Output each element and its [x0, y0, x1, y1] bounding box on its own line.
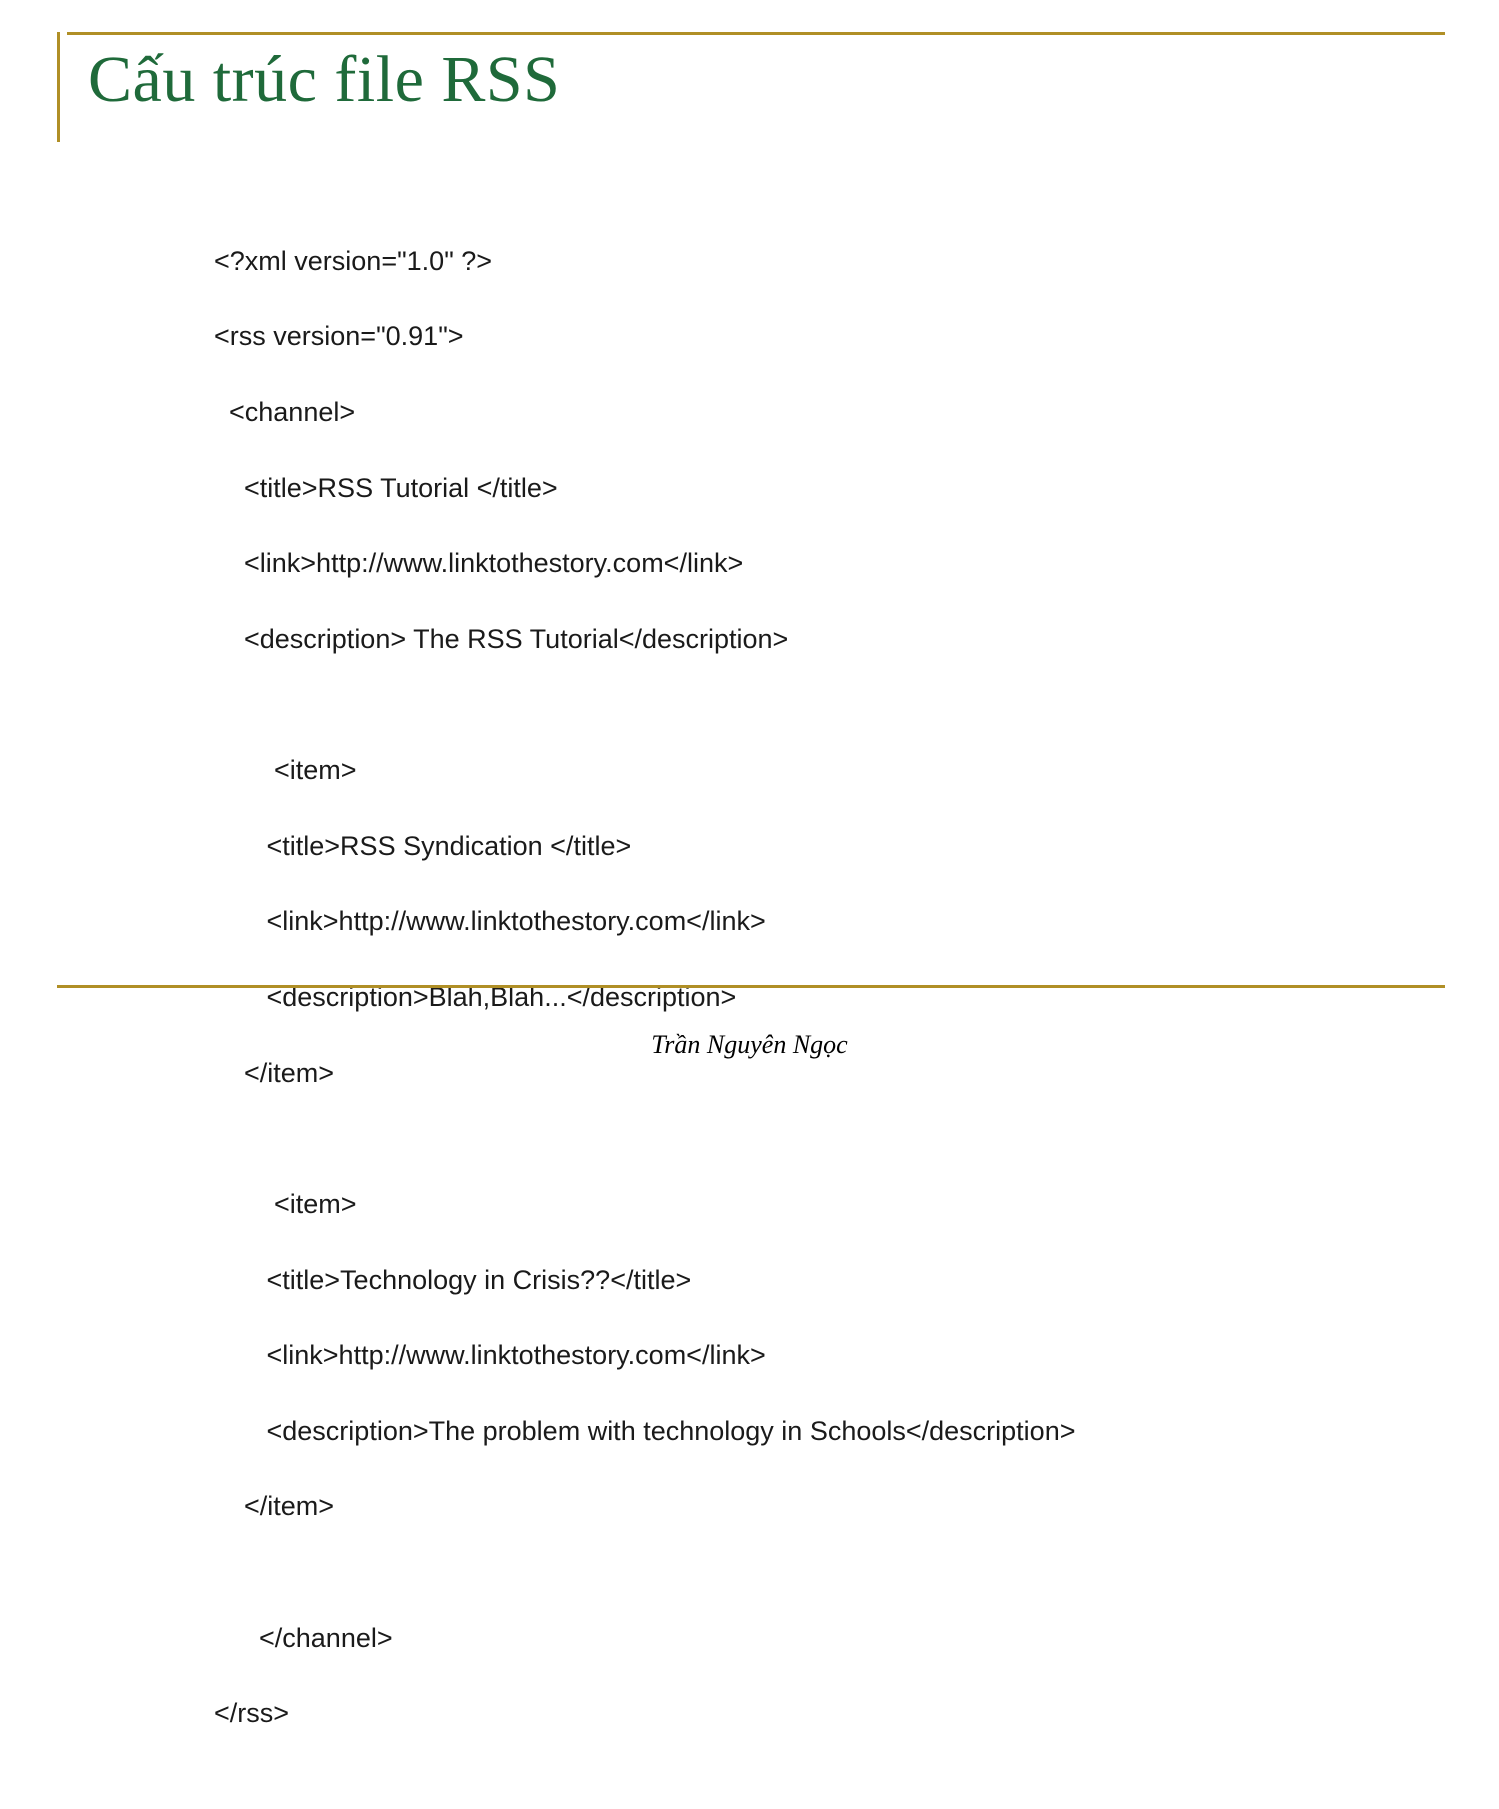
blank-line — [214, 696, 1374, 714]
code-line: <link>http://www.linktothestory.com</lin… — [214, 903, 1374, 941]
code-line: <description>The problem with technology… — [214, 1413, 1374, 1451]
code-line: <channel> — [214, 394, 1374, 432]
top-horizontal-rule — [67, 32, 1445, 35]
code-line: </item> — [214, 1488, 1374, 1526]
bottom-horizontal-rule — [57, 985, 1445, 988]
top-vertical-tick — [57, 32, 60, 142]
code-line: <link>http://www.linktothestory.com</lin… — [214, 1337, 1374, 1375]
code-line: </item> — [214, 1055, 1374, 1093]
blank-line — [214, 1564, 1374, 1582]
code-line: <link>http://www.linktothestory.com</lin… — [214, 545, 1374, 583]
code-line: <description> The RSS Tutorial</descript… — [214, 621, 1374, 659]
code-line: <title>RSS Tutorial </title> — [214, 470, 1374, 508]
code-line: </channel> — [214, 1620, 1374, 1658]
author-footer: Trần Nguyên Ngọc — [0, 1030, 1499, 1060]
blank-line — [214, 1130, 1374, 1148]
code-line: <rss version="0.91"> — [214, 318, 1374, 356]
code-line: <item> — [214, 1186, 1374, 1224]
slide-title: Cấu trúc file RSS — [88, 42, 560, 118]
code-line: </rss> — [214, 1695, 1374, 1733]
rss-code-block: <?xml version="1.0" ?> <rss version="0.9… — [214, 205, 1374, 1809]
code-line: <title>RSS Syndication </title> — [214, 828, 1374, 866]
code-line: <title>Technology in Crisis??</title> — [214, 1262, 1374, 1300]
code-line: <item> — [214, 752, 1374, 790]
slide: Cấu trúc file RSS <?xml version="1.0" ?>… — [0, 0, 1499, 1124]
code-line: <?xml version="1.0" ?> — [214, 243, 1374, 281]
